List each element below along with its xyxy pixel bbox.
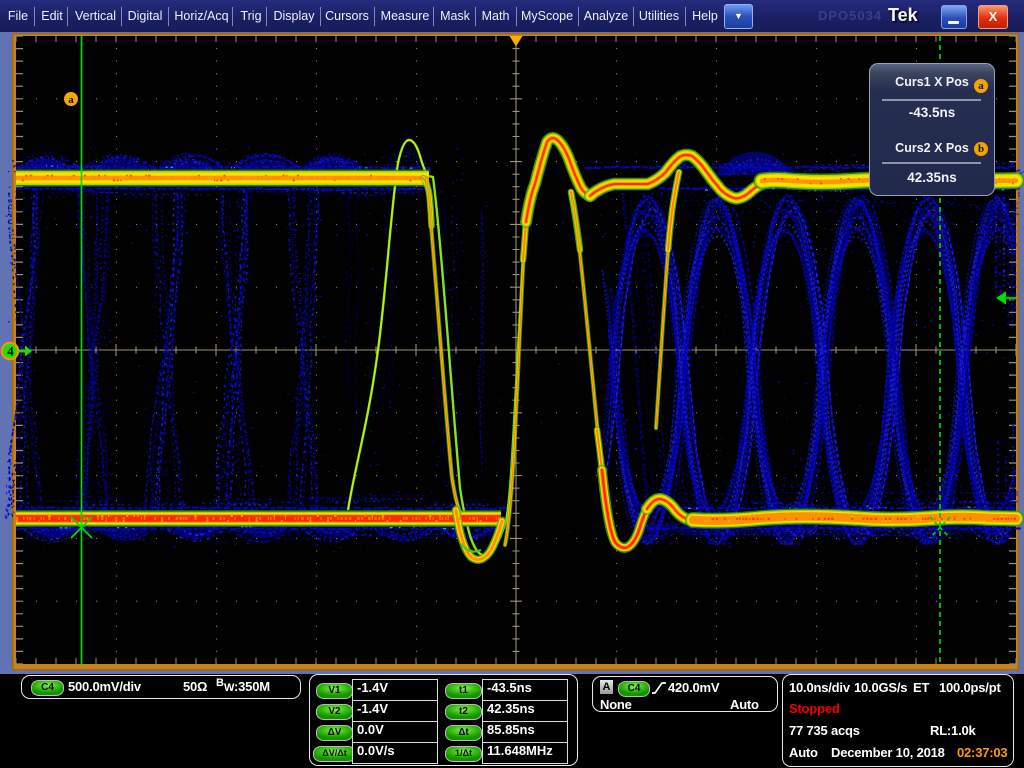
svg-text:a: a	[68, 94, 74, 106]
svg-text:4: 4	[7, 344, 14, 359]
